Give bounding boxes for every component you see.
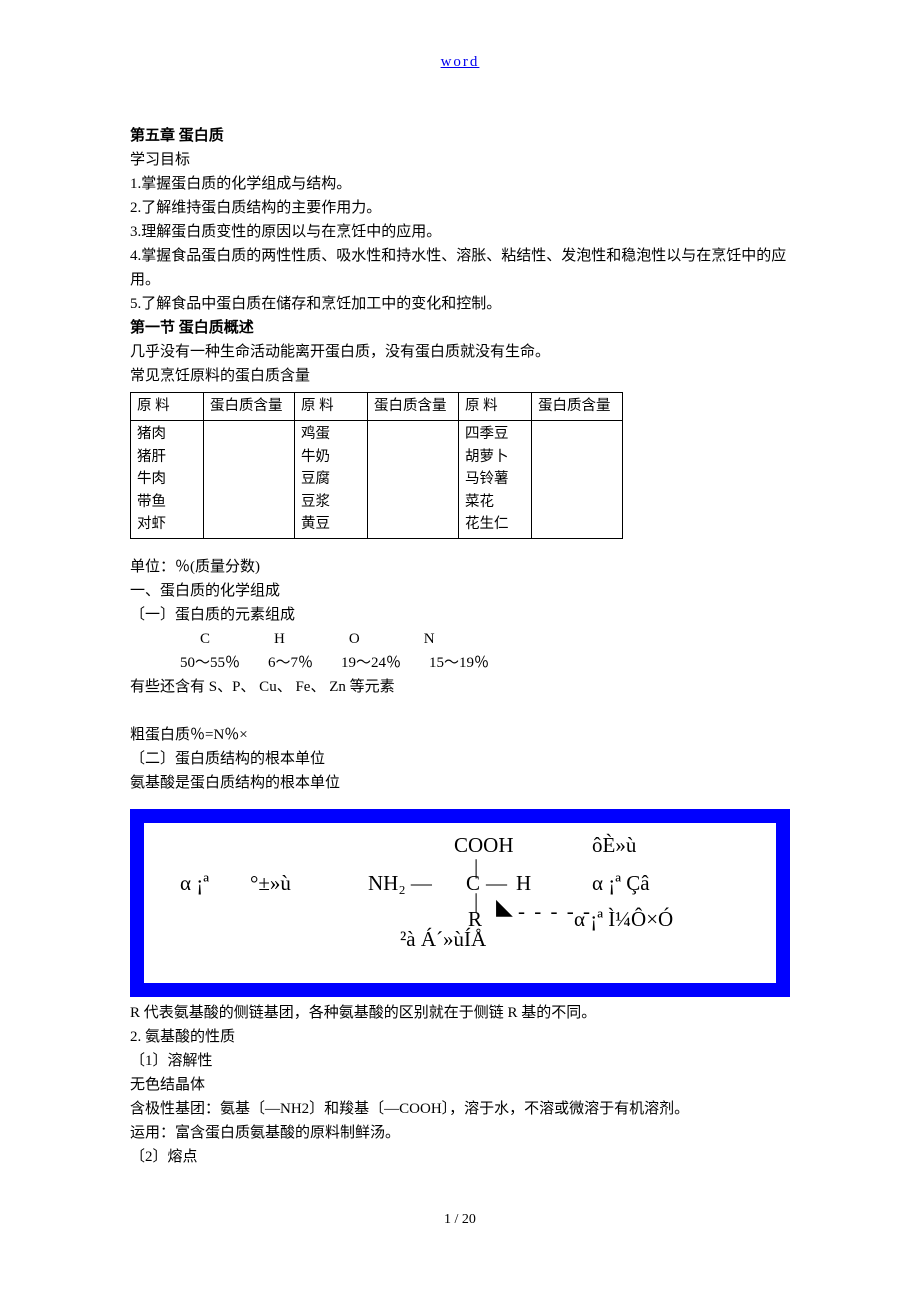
percent-n: 15～19％ — [429, 651, 489, 675]
application-note: 运用：富含蛋白质氨基酸的原料制鲜汤。 — [130, 1121, 790, 1145]
table-hdr-content-1: 蛋白质含量 — [204, 393, 295, 421]
section1-title: 第一节 蛋白质概述 — [130, 316, 790, 340]
diag-alpha-r1: α ¡ª Çâ — [592, 867, 650, 901]
crystal-note: 无色结晶体 — [130, 1073, 790, 1097]
diag-bottom: ²à Á´»ùÍÅ — [400, 923, 486, 957]
header-word-link[interactable]: word — [441, 54, 480, 70]
percent-o: 19～24％ — [341, 651, 401, 675]
objective-5: 5.了解食品中蛋白质在储存和烹饪加工中的变化和控制。 — [130, 292, 790, 316]
table-hdr-content-3: 蛋白质含量 — [532, 393, 623, 421]
element-n: N — [424, 627, 435, 651]
diag-arrow-head-icon: ◣ — [496, 889, 513, 924]
table-col3-values — [532, 421, 623, 538]
percent-row: 50～55％ 6～7％ 19～24％ 15～19％ — [130, 651, 790, 675]
polar-group-note: 含极性基团：氨基〔—NH2〕和羧基〔—COOH〕，溶于水，不溶或微溶于有机溶剂。 — [130, 1097, 790, 1121]
chem-note: 有些还含有 S、P、 Cu、 Fe、 Zn 等元素 — [130, 675, 790, 699]
amino-acid-diagram: COOH ôÈ»ù | α ¡ª °±»ù NH₂ — C — H α ¡ª Ç… — [130, 809, 790, 997]
table-col1-items: 猪肉 猪肝 牛肉 带鱼 对虾 — [131, 421, 204, 538]
objective-1: 1.掌握蛋白质的化学组成与结构。 — [130, 172, 790, 196]
aa-prop-heading: 2. 氨基酸的性质 — [130, 1025, 790, 1049]
table-col1-values — [204, 421, 295, 538]
element-o: O — [349, 627, 360, 651]
chem-h3-sub: 氨基酸是蛋白质结构的根本单位 — [130, 771, 790, 795]
r-note: R 代表氨基酸的侧链基团，各种氨基酸的区别就在于侧链 R 基的不同。 — [130, 1001, 790, 1025]
page-footer: 1 / 20 — [130, 1209, 790, 1231]
solubility-heading: 〔1〕溶解性 — [130, 1049, 790, 1073]
table-col2-items: 鸡蛋 牛奶 豆腐 豆浆 黄豆 — [295, 421, 368, 538]
objective-2: 2.了解维持蛋白质结构的主要作用力。 — [130, 196, 790, 220]
diag-top-right: ôÈ»ù — [592, 829, 636, 863]
section1-intro1: 几乎没有一种生命活动能离开蛋白质，没有蛋白质就没有生命。 — [130, 340, 790, 364]
diag-alpha-left2: °±»ù — [250, 867, 291, 901]
chem-h1: 一、蛋白质的化学组成 — [130, 579, 790, 603]
percent-c: 50～55％ — [180, 651, 240, 675]
header-link-wrap: word — [130, 50, 790, 74]
diag-alpha-r2: α ¡ª Ì¼Ô­×Ó — [574, 903, 673, 937]
objectives-label: 学习目标 — [130, 148, 790, 172]
percent-h: 6～7％ — [268, 651, 313, 675]
diag-cooh: COOH — [454, 829, 514, 863]
table-hdr-content-2: 蛋白质含量 — [368, 393, 459, 421]
section1-intro2: 常见烹饪原料的蛋白质含量 — [130, 364, 790, 388]
element-h: H — [274, 627, 285, 651]
chapter-title: 第五章 蛋白质 — [130, 124, 790, 148]
table-hdr-material-1: 原 料 — [131, 393, 204, 421]
melting-point-heading: 〔2〕熔点 — [130, 1145, 790, 1169]
table-hdr-material-3: 原 料 — [459, 393, 532, 421]
table-col2-values — [368, 421, 459, 538]
objective-4: 4.掌握食品蛋白质的两性性质、吸水性和持水性、溶胀、粘结性、发泡性和稳泡性以与在… — [130, 244, 790, 292]
chem-h3: 〔二〕蛋白质结构的根本单位 — [130, 747, 790, 771]
element-row: C H O N — [130, 627, 790, 651]
diag-alpha-left1: α ¡ª — [180, 867, 209, 901]
table-hdr-material-2: 原 料 — [295, 393, 368, 421]
chem-h2: 〔一〕蛋白质的元素组成 — [130, 603, 790, 627]
element-c: C — [200, 627, 210, 651]
diag-nh2: NH₂ — — [368, 867, 432, 901]
unit-note: 单位：％(质量分数) — [130, 555, 790, 579]
page-number: 1 / 20 — [444, 1212, 476, 1227]
crude-protein: 粗蛋白质％=N％× — [130, 723, 790, 747]
protein-content-table: 原 料 蛋白质含量 原 料 蛋白质含量 原 料 蛋白质含量 猪肉 猪肝 牛肉 带… — [130, 392, 623, 539]
objective-3: 3.理解蛋白质变性的原因以与在烹饪中的应用。 — [130, 220, 790, 244]
table-col3-items: 四季豆 胡萝卜 马铃薯 菜花 花生仁 — [459, 421, 532, 538]
